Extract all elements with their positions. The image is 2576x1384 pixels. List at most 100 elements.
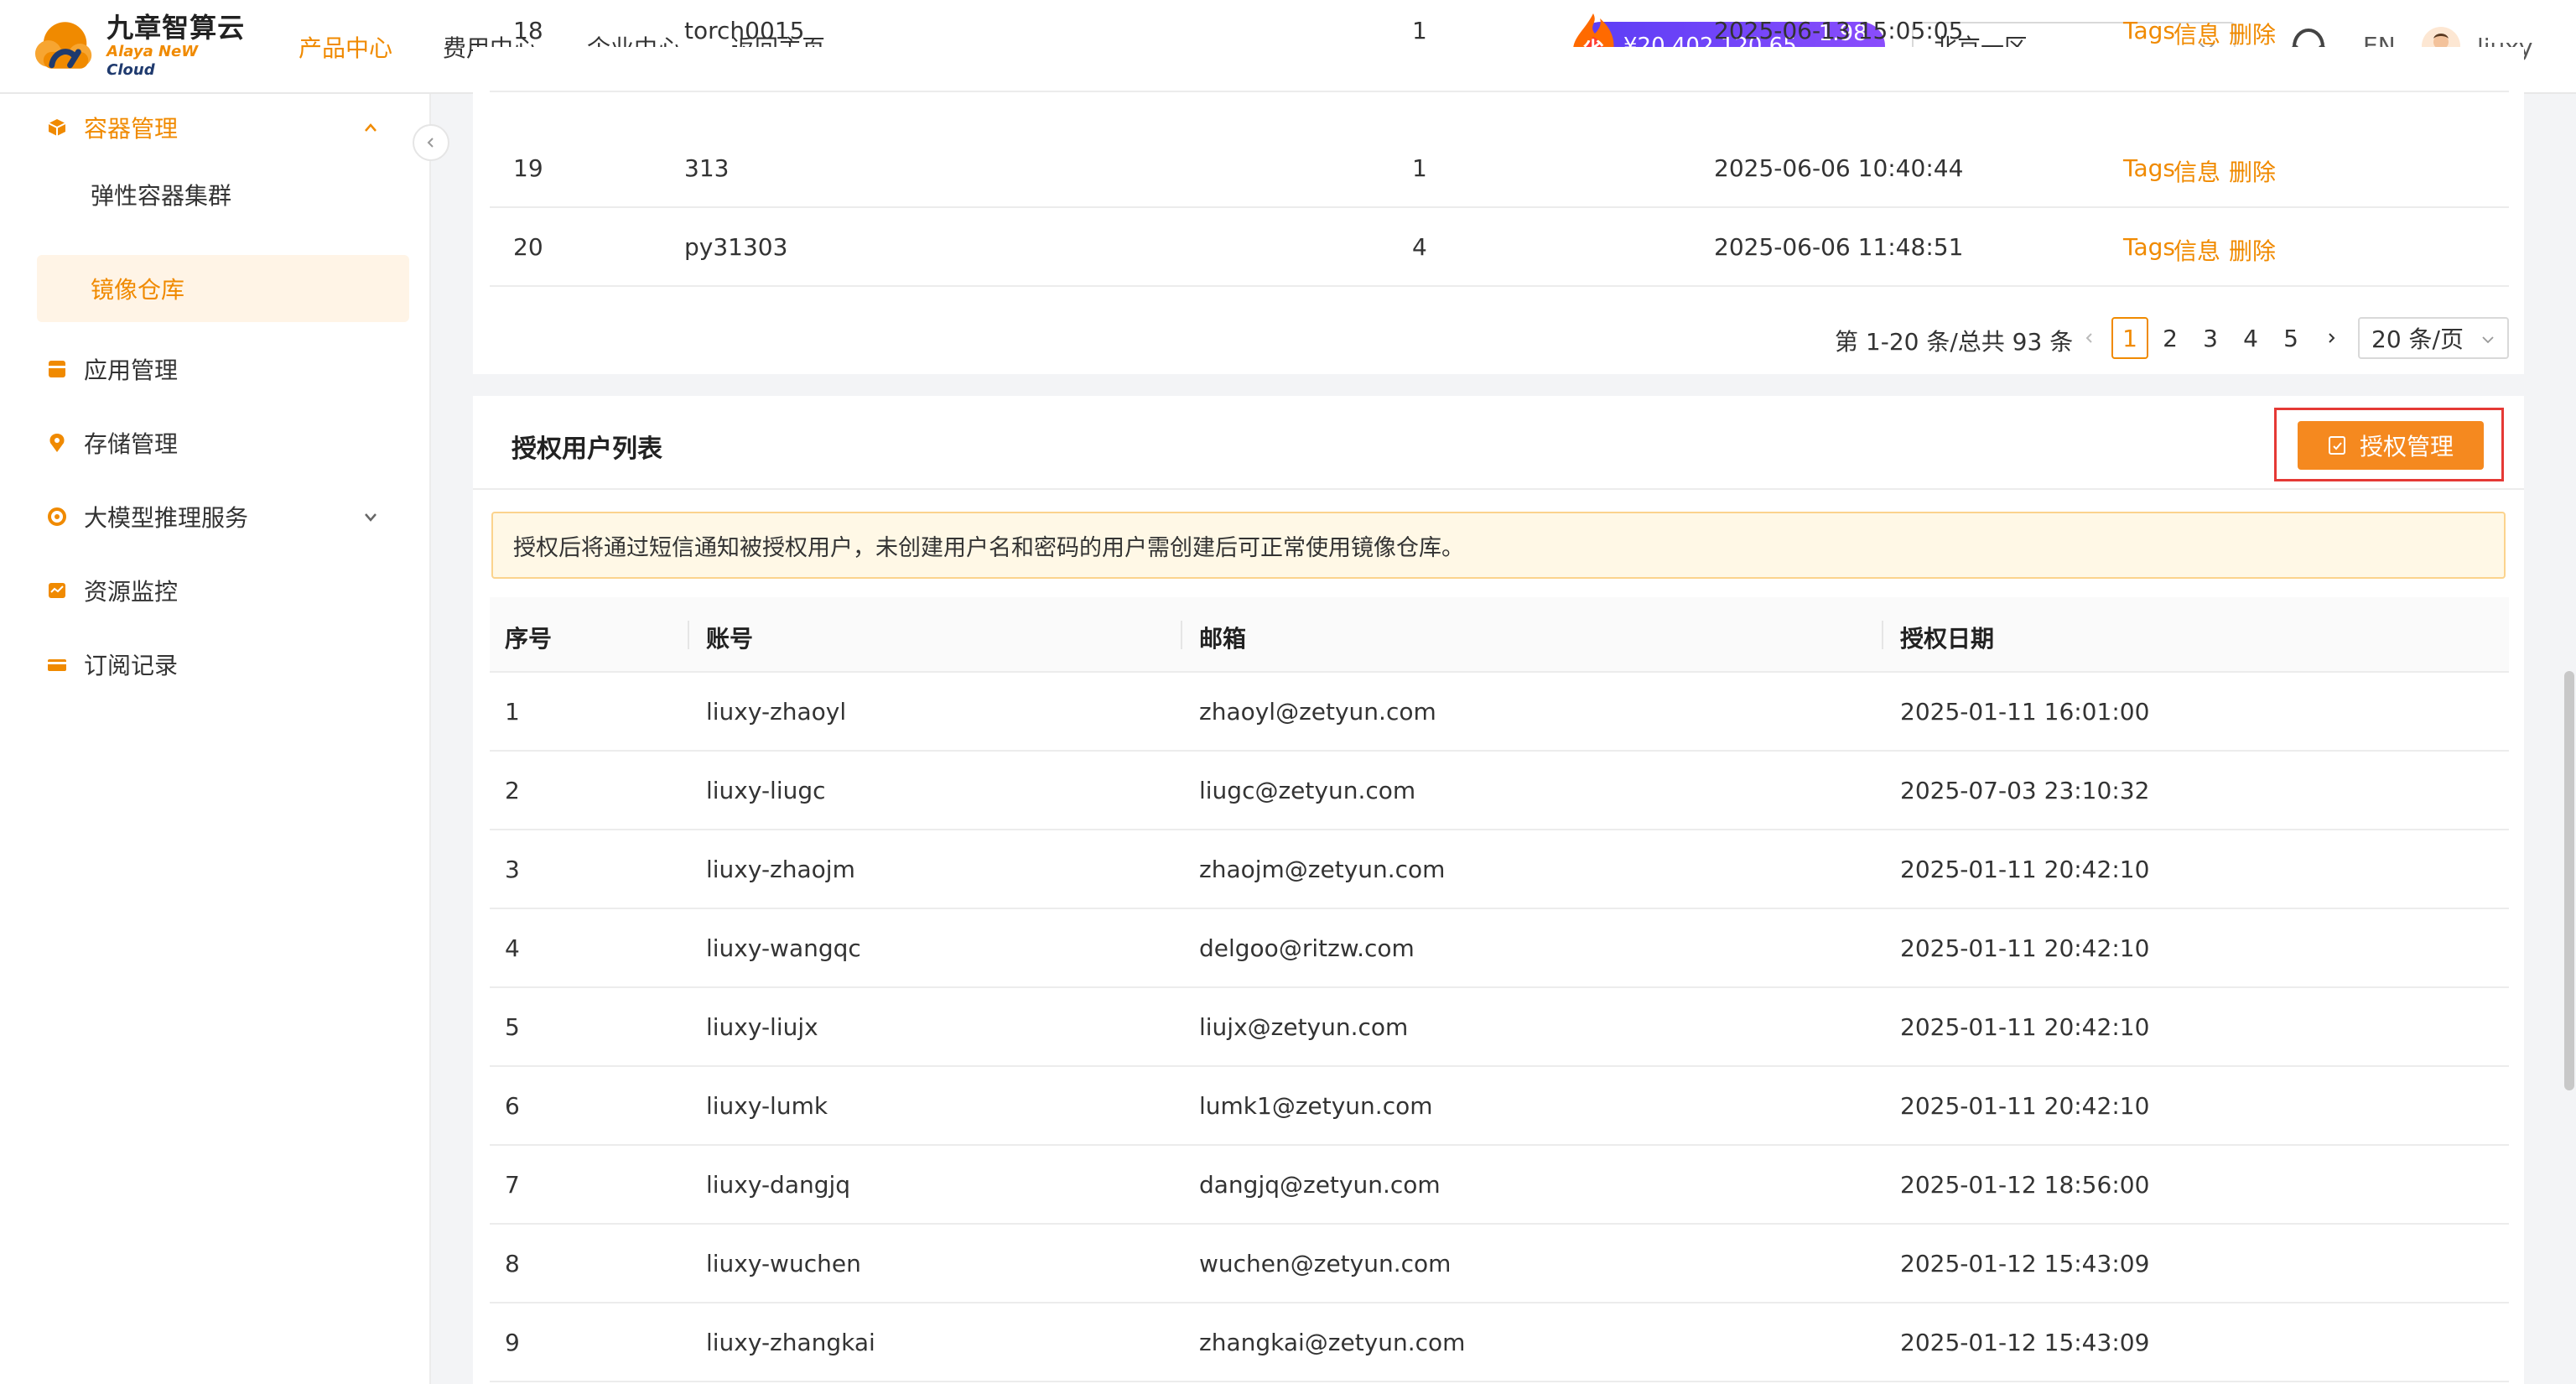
sidebar-item-elastic-container-cluster[interactable]: 弹性容器集群 <box>37 161 409 228</box>
user-account: liuxy-liugc <box>706 777 826 804</box>
app-icon <box>49 361 65 377</box>
sidebar-item-label: 大模型推理服务 <box>84 504 249 532</box>
repo-no: 18 <box>513 20 543 44</box>
user-email: dangjq@zetyun.com <box>1199 1171 1441 1199</box>
column-header-auth-date: 授权日期 <box>1900 625 1995 653</box>
user-email: liujx@zetyun.com <box>1199 1013 1409 1041</box>
authorization-management-label: 授权管理 <box>2359 433 2454 460</box>
sidebar-item-label: 应用管理 <box>84 356 179 384</box>
user-auth-date: 2025-01-12 15:43:09 <box>1900 1329 2150 1356</box>
user-auth-date: 2025-01-12 15:43:09 <box>1900 1250 2150 1277</box>
sidebar-item-resource-monitor[interactable]: 资源监控 <box>0 557 431 624</box>
sidebar-collapse-button[interactable] <box>413 124 449 161</box>
page-size-select[interactable]: 20 条/页 <box>2358 317 2509 359</box>
monitor-icon <box>49 583 65 598</box>
brand-name: 九章智算云 <box>106 12 246 44</box>
chevron-right-icon <box>2329 333 2335 343</box>
sidebar-item-label: 资源监控 <box>84 578 179 606</box>
user-email: wuchen@zetyun.com <box>1199 1250 1452 1277</box>
sidebar-subitem-label: 弹性容器集群 <box>91 182 232 210</box>
repo-no: 20 <box>513 233 543 261</box>
table-row: 9 liuxy-zhangkai zhangkai@zetyun.com 202… <box>490 1303 2509 1382</box>
table-row: 20 py31303 4 2025-06-06 11:48:51 Tags 信息… <box>490 208 2509 287</box>
page-3-button[interactable]: 3 <box>2192 317 2229 359</box>
table-row: 18 torch0015 1 2025-06-13 15:05:05 Tags … <box>490 20 2509 92</box>
prev-page-button[interactable] <box>2071 317 2108 359</box>
sidebar-item-storage-management[interactable]: 存储管理 <box>0 409 431 476</box>
info-link[interactable]: 信息 <box>2174 154 2220 188</box>
repo-name: torch0015 <box>684 20 805 44</box>
page-5-button[interactable]: 5 <box>2272 317 2309 359</box>
repo-tags: 4 <box>1412 233 1427 261</box>
user-account: liuxy-lumk <box>706 1092 828 1120</box>
info-link[interactable]: 信息 <box>2174 233 2220 267</box>
table-header: 序号 账号 邮箱 授权日期 <box>490 597 2509 673</box>
delete-link[interactable]: 删除 <box>2229 20 2276 50</box>
sidebar-subitem-label: 镜像仓库 <box>91 276 185 304</box>
table-row: 8 liuxy-wuchen wuchen@zetyun.com 2025-01… <box>490 1225 2509 1303</box>
tags-link[interactable]: Tags <box>2123 154 2175 182</box>
delete-link[interactable]: 删除 <box>2229 233 2276 267</box>
user-no: 3 <box>505 856 520 883</box>
column-divider <box>1882 621 1883 649</box>
chevron-left-icon <box>427 138 434 148</box>
page-scrollbar[interactable] <box>2564 671 2574 1090</box>
notice-text: 授权后将通过短信通知被授权用户，未创建用户名和密码的用户需创建后可正常使用镜像仓… <box>513 534 1464 561</box>
user-no: 1 <box>505 698 520 726</box>
chevron-left-icon <box>2085 333 2092 343</box>
brand-english-b: Cloud <box>106 61 155 79</box>
page-4-button[interactable]: 4 <box>2232 317 2269 359</box>
page-size-value: 20 条/页 <box>2371 325 2464 353</box>
page-1-button[interactable]: 1 <box>2111 317 2148 359</box>
user-no: 5 <box>505 1013 520 1041</box>
divider <box>473 488 2524 490</box>
column-header-no: 序号 <box>505 625 553 653</box>
column-header-email: 邮箱 <box>1199 625 1247 653</box>
tags-link[interactable]: Tags <box>2123 233 2175 261</box>
user-account: liuxy-dangjq <box>706 1171 851 1199</box>
user-account: liuxy-liujx <box>706 1013 818 1041</box>
user-no: 4 <box>505 934 520 962</box>
model-inference-icon <box>48 507 66 526</box>
sidebar-item-container-management[interactable]: 容器管理 <box>0 94 431 161</box>
sidebar: 容器管理 弹性容器集群 镜像仓库 应用管理 存储管理 大模型推理服务 资源监控 … <box>0 94 431 1384</box>
brand-english-a: Alaya NeW <box>106 43 199 60</box>
column-header-account: 账号 <box>706 625 754 653</box>
topnav-product-center[interactable]: 产品中心 <box>299 30 392 64</box>
sidebar-item-model-inference[interactable]: 大模型推理服务 <box>0 483 431 550</box>
user-auth-date: 2025-01-11 20:42:10 <box>1900 1013 2150 1041</box>
subscription-icon <box>48 659 66 671</box>
user-email: zhaojm@zetyun.com <box>1199 856 1446 883</box>
user-auth-date: 2025-01-11 16:01:00 <box>1900 698 2150 726</box>
user-no: 8 <box>505 1250 520 1277</box>
page-2-button[interactable]: 2 <box>2152 317 2189 359</box>
sidebar-item-app-management[interactable]: 应用管理 <box>0 336 431 403</box>
tags-link[interactable]: Tags <box>2123 20 2175 44</box>
user-auth-date: 2025-01-11 20:42:10 <box>1900 856 2150 883</box>
sidebar-item-subscription-records[interactable]: 订阅记录 <box>0 631 431 698</box>
user-account: liuxy-zhaojm <box>706 856 855 883</box>
brand-logo[interactable]: 九章智算云 Alaya NeW Cloud <box>32 13 250 79</box>
repo-name: py31303 <box>684 233 788 261</box>
table-row: 3 liuxy-zhaojm zhaojm@zetyun.com 2025-01… <box>490 830 2509 909</box>
repository-table-card: 18 torch0015 1 2025-06-13 15:05:05 Tags … <box>473 20 2524 374</box>
table-row: 2 liuxy-liugc liugc@zetyun.com 2025-07-0… <box>490 752 2509 830</box>
pagination: 第 1-20 条/总共 93 条 1 2 3 4 5 20 条/页 <box>473 317 2524 359</box>
user-auth-date: 2025-07-03 23:10:32 <box>1900 777 2150 804</box>
authorization-management-button[interactable]: 授权管理 <box>2298 421 2484 470</box>
repo-no: 19 <box>513 154 543 182</box>
next-page-button[interactable] <box>2313 317 2350 359</box>
info-link[interactable]: 信息 <box>2174 20 2220 50</box>
storage-icon <box>49 434 65 452</box>
sidebar-item-label: 容器管理 <box>84 115 179 143</box>
user-email: delgoo@ritzw.com <box>1199 934 1415 962</box>
table-row: 19 313 1 2025-06-06 10:40:44 Tags 信息 删除 <box>490 129 2509 208</box>
sidebar-item-image-repository[interactable]: 镜像仓库 <box>37 255 409 322</box>
user-no: 9 <box>505 1329 520 1356</box>
delete-link[interactable]: 删除 <box>2229 154 2276 188</box>
chevron-up-icon <box>365 123 377 132</box>
user-no: 7 <box>505 1171 520 1199</box>
column-divider <box>1181 621 1182 649</box>
table-row: 1 liuxy-zhaoyl zhaoyl@zetyun.com 2025-01… <box>490 673 2509 752</box>
chevron-down-icon <box>2482 336 2494 344</box>
